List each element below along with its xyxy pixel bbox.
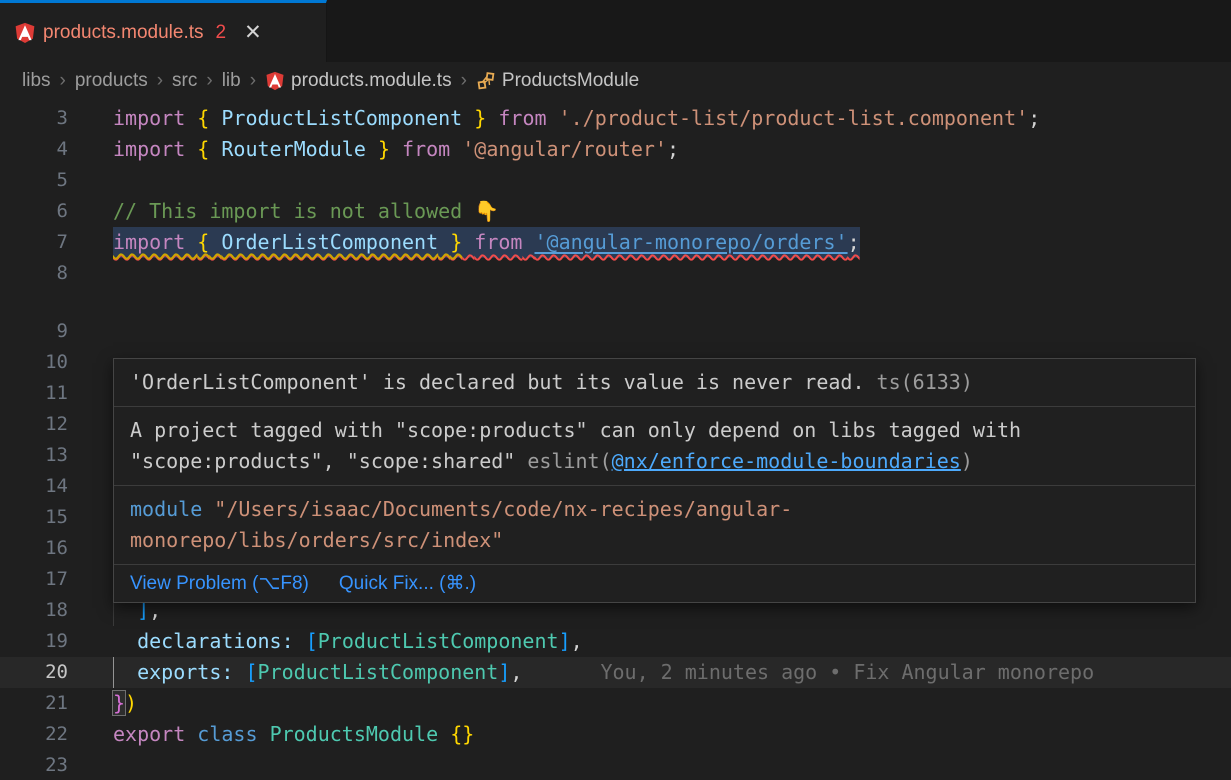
chevron-right-icon: › [250,70,256,92]
hover-actions: View Problem (⌥F8) Quick Fix... (⌘.) [114,564,1195,602]
line-number: 14 [0,471,68,502]
module-path: "/Users/isaac/Documents/code/nx-recipes/… [130,497,792,552]
breadcrumb-item-symbol[interactable]: ProductsModule [502,70,639,92]
eslint-rule-link[interactable]: @nx/enforce-module-boundaries [612,449,961,473]
quick-fix-button[interactable]: Quick Fix... (⌘.) [339,572,476,596]
class-symbol-icon [476,71,496,91]
code-line[interactable]: 3import { ProductListComponent } from '.… [0,103,1231,134]
code-line[interactable]: 7 import { OrderListComponent } from '@an… [0,227,1231,258]
ts-error-code: ts(6133) [865,370,973,394]
line-number: 9 [0,316,68,347]
breadcrumb-item-libs[interactable]: libs [22,70,51,92]
tab-bar: products.module.ts 2 ✕ [0,0,1231,62]
line-number: 11 [0,378,68,409]
breadcrumb-item-lib[interactable]: lib [222,70,241,92]
line-number: 18 [0,595,68,626]
line-number: 6 [0,196,68,227]
hover-ts-diagnostic: 'OrderListComponent' is declared but its… [114,359,1195,406]
chevron-right-icon: › [206,70,212,92]
close-icon[interactable]: ✕ [244,22,262,43]
code-line[interactable]: 4import { RouterModule } from '@angular/… [0,134,1231,165]
line-number: 16 [0,533,68,564]
code-line[interactable]: 20 exports: [ProductListComponent],You, … [0,657,1231,688]
tab-title: products.module.ts [43,22,204,44]
view-problem-button[interactable]: View Problem (⌥F8) [130,572,309,596]
line-number: 3 [0,103,68,134]
code-line[interactable]: 8 [0,258,1231,289]
code-line[interactable]: 6// This import is not allowed 👇 [0,196,1231,227]
line-number: 23 [0,750,68,780]
line-number: 13 [0,440,68,471]
line-number: 10 [0,347,68,378]
tab-products-module[interactable]: products.module.ts 2 ✕ [0,0,327,62]
ts-message: 'OrderListComponent' is declared but its… [130,370,865,394]
eslint-source-close: ) [961,449,973,473]
code-line[interactable]: 5 [0,165,1231,196]
code-editor[interactable]: 3import { ProductListComponent } from '.… [0,100,1231,780]
highlighted-range: import { OrderListComponent } from '@ang… [113,227,860,258]
hover-popup: 'OrderListComponent' is declared but its… [113,358,1196,603]
chevron-right-icon: › [60,70,66,92]
line-number: 20 [0,657,68,688]
code-line[interactable]: 23 [0,750,1231,780]
line-number: 8 [0,258,68,289]
line-number: 17 [0,564,68,595]
code-line[interactable]: 19 declarations: [ProductListComponent], [0,626,1231,657]
active-indent-guide [113,657,114,688]
line-number: 19 [0,626,68,657]
hover-module-info: module "/Users/isaac/Documents/code/nx-r… [114,486,1094,564]
breadcrumb-item-products[interactable]: products [75,70,148,92]
angular-icon [14,22,36,44]
line-number: 7 [0,227,68,258]
line-number: 22 [0,719,68,750]
hover-eslint-diagnostic: A project tagged with "scope:products" c… [114,407,1195,485]
line-number: 15 [0,502,68,533]
eslint-source-open: eslint( [515,449,611,473]
breadcrumb-item-file[interactable]: products.module.ts [291,70,452,92]
angular-icon [265,71,285,91]
line-number: 4 [0,134,68,165]
chevron-right-icon: › [157,70,163,92]
line-number: 12 [0,409,68,440]
line-number: 21 [0,688,68,719]
code-line[interactable]: 21}) [0,688,1231,719]
module-keyword: module [130,497,202,521]
breadcrumb: libs › products › src › lib › products.m… [0,62,1231,100]
git-blame-annotation: You, 2 minutes ago • Fix Angular monorep… [600,660,1094,684]
code-line[interactable]: 9 [0,316,1231,347]
chevron-right-icon: › [461,70,467,92]
breadcrumb-item-src[interactable]: src [172,70,197,92]
code-line[interactable]: 22export class ProductsModule {} [0,719,1231,750]
line-number: 5 [0,165,68,196]
tab-problem-count: 2 [216,22,227,44]
